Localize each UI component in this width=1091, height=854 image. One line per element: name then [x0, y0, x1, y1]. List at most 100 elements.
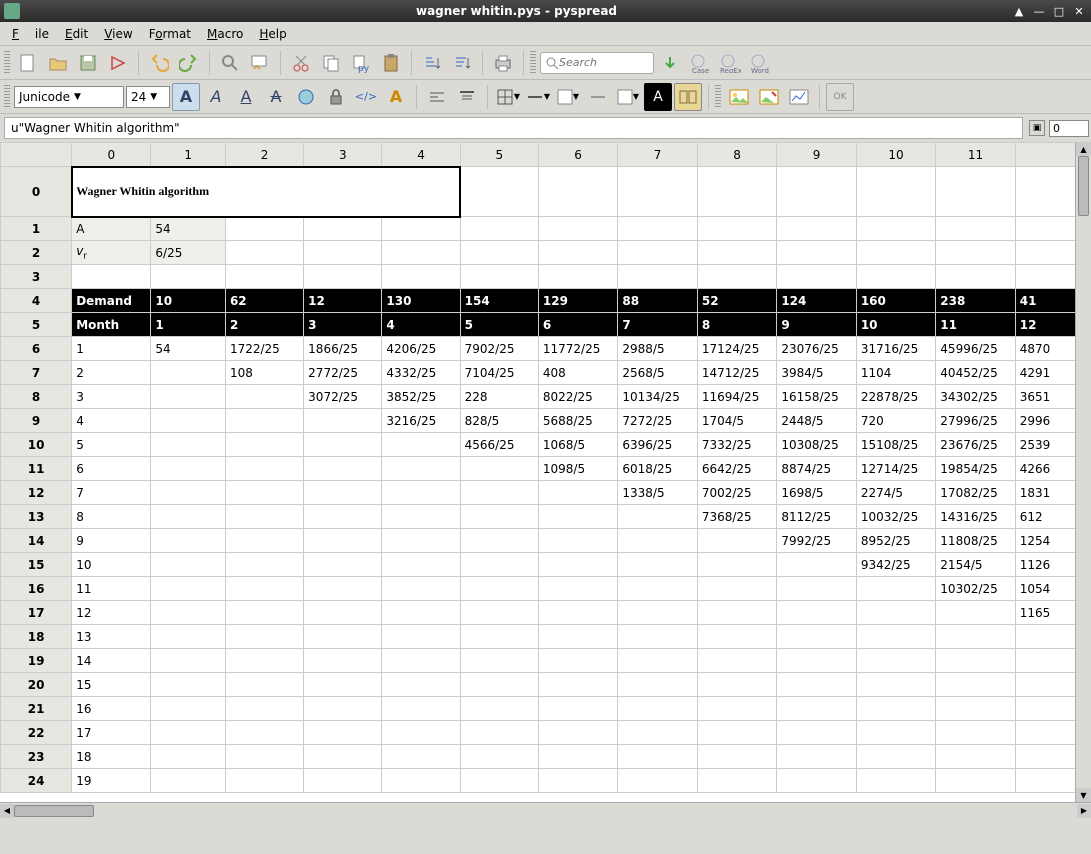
cell[interactable] [618, 167, 697, 217]
hscroll-thumb[interactable] [14, 805, 94, 817]
cell[interactable] [225, 625, 303, 649]
cell[interactable] [382, 481, 460, 505]
cell[interactable]: 154 [460, 289, 538, 313]
row-header[interactable]: 18 [1, 625, 72, 649]
cell[interactable] [225, 241, 303, 265]
cell[interactable] [225, 481, 303, 505]
sort-desc-icon[interactable] [448, 49, 476, 77]
cell[interactable]: 11694/25 [697, 385, 776, 409]
cell[interactable] [697, 265, 776, 289]
iconify-icon[interactable]: ▲ [1011, 3, 1027, 19]
cell[interactable] [382, 721, 460, 745]
cell[interactable] [538, 505, 617, 529]
cell[interactable]: 129 [538, 289, 617, 313]
cell[interactable]: 1068/5 [538, 433, 617, 457]
cell[interactable] [225, 649, 303, 673]
cell[interactable] [777, 553, 856, 577]
row-header[interactable]: 3 [1, 265, 72, 289]
cell[interactable] [460, 241, 538, 265]
cell[interactable] [856, 769, 935, 793]
underline-icon[interactable]: A [232, 83, 260, 111]
col-header[interactable]: 11 [936, 143, 1015, 167]
cell[interactable] [225, 745, 303, 769]
cell[interactable]: 9342/25 [856, 553, 935, 577]
cell[interactable]: 7002/25 [697, 481, 776, 505]
cell[interactable] [936, 769, 1015, 793]
row-header[interactable]: 20 [1, 673, 72, 697]
cell[interactable] [936, 265, 1015, 289]
cell[interactable]: 1104 [856, 361, 935, 385]
toolbar-grip[interactable] [4, 51, 10, 75]
spreadsheet-grid[interactable]: 012345678910110Wagner Whitin algorithm1A… [0, 142, 1091, 802]
cell[interactable] [304, 553, 382, 577]
cell[interactable] [777, 625, 856, 649]
cell[interactable] [151, 457, 226, 481]
cell[interactable]: 2988/5 [618, 337, 697, 361]
cell[interactable]: 7902/25 [460, 337, 538, 361]
row-header[interactable]: 1 [1, 217, 72, 241]
cell[interactable] [151, 385, 226, 409]
cell[interactable] [382, 625, 460, 649]
row-header[interactable]: 15 [1, 553, 72, 577]
cell[interactable] [936, 241, 1015, 265]
col-header[interactable]: 7 [618, 143, 697, 167]
cell[interactable] [538, 601, 617, 625]
cell[interactable]: 7992/25 [777, 529, 856, 553]
cell[interactable]: 408 [538, 361, 617, 385]
cell[interactable] [618, 265, 697, 289]
line-style-icon[interactable] [584, 83, 612, 111]
toolbar-grip-3[interactable] [4, 85, 10, 109]
cell[interactable] [538, 745, 617, 769]
cell[interactable] [856, 697, 935, 721]
cell[interactable]: 720 [856, 409, 935, 433]
cell[interactable]: 1098/5 [538, 457, 617, 481]
cell[interactable] [460, 745, 538, 769]
maximize-icon[interactable]: □ [1051, 3, 1067, 19]
row-header[interactable]: 16 [1, 577, 72, 601]
row-header[interactable]: 14 [1, 529, 72, 553]
formula-bar[interactable]: u"Wagner Whitin algorithm" [4, 117, 1023, 139]
cell[interactable] [618, 577, 697, 601]
cell[interactable]: 8022/25 [538, 385, 617, 409]
cell[interactable] [460, 505, 538, 529]
menu-view[interactable]: View [96, 25, 140, 43]
cell[interactable]: 45996/25 [936, 337, 1015, 361]
cell[interactable]: 8112/25 [777, 505, 856, 529]
cell[interactable] [151, 721, 226, 745]
row-header[interactable]: 13 [1, 505, 72, 529]
cell[interactable] [460, 529, 538, 553]
merge-icon[interactable] [674, 83, 702, 111]
cell[interactable]: 5 [72, 433, 151, 457]
cell[interactable]: Demand [72, 289, 151, 313]
border-color-icon[interactable]: ▼ [554, 83, 582, 111]
cell[interactable] [697, 217, 776, 241]
col-header[interactable]: 8 [697, 143, 776, 167]
cell[interactable] [856, 745, 935, 769]
cell[interactable] [777, 673, 856, 697]
align-top-icon[interactable] [453, 83, 481, 111]
cell[interactable] [618, 721, 697, 745]
copy-result-icon[interactable]: py [347, 49, 375, 77]
cell[interactable]: 2568/5 [618, 361, 697, 385]
cell[interactable] [151, 601, 226, 625]
scroll-left-icon[interactable]: ◀ [0, 804, 14, 818]
cell[interactable] [151, 577, 226, 601]
align-left-icon[interactable] [423, 83, 451, 111]
cell[interactable] [225, 601, 303, 625]
col-header[interactable]: 9 [777, 143, 856, 167]
cell[interactable] [225, 529, 303, 553]
cell[interactable]: 18 [72, 745, 151, 769]
cell[interactable]: 1866/25 [304, 337, 382, 361]
row-header[interactable]: 19 [1, 649, 72, 673]
cell[interactable] [151, 409, 226, 433]
cell[interactable]: 19854/25 [936, 457, 1015, 481]
cell[interactable] [856, 625, 935, 649]
cell[interactable]: 1338/5 [618, 481, 697, 505]
cell[interactable]: 88 [618, 289, 697, 313]
cell[interactable] [151, 361, 226, 385]
cell[interactable]: 3852/25 [382, 385, 460, 409]
menu-macro[interactable]: Macro [199, 25, 251, 43]
row-header[interactable]: 11 [1, 457, 72, 481]
cell[interactable]: 3984/5 [777, 361, 856, 385]
row-header[interactable]: 2 [1, 241, 72, 265]
